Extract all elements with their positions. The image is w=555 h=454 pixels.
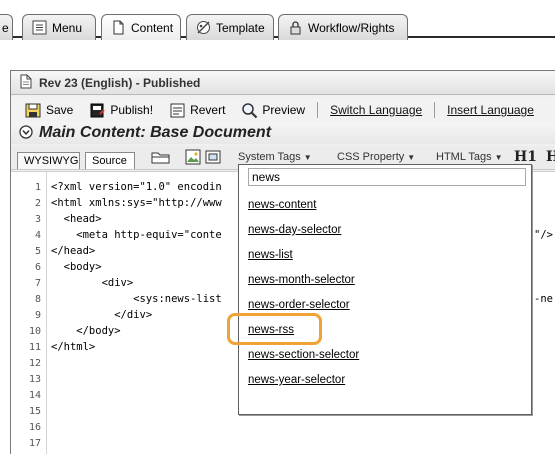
tab-workflow-rights[interactable]: Workflow/Rights bbox=[278, 14, 408, 40]
section-header: Main Content: Base Document bbox=[11, 122, 555, 144]
magnifier-icon bbox=[241, 102, 258, 119]
save-button[interactable]: Save bbox=[11, 99, 81, 121]
code-line-overflow: -ne bbox=[534, 293, 553, 305]
code-line: <?xml version="1.0" encodin bbox=[51, 181, 222, 193]
line-number: 1 bbox=[34, 182, 41, 193]
revision-document-icon bbox=[19, 74, 33, 92]
switch-language-link[interactable]: Switch Language bbox=[322, 103, 430, 117]
line-number-gutter: 1 2 3 4 5 6 7 8 9 10 11 12 13 14 15 16 1… bbox=[11, 172, 47, 454]
preview-button[interactable]: Preview bbox=[233, 99, 313, 121]
code-line: </html> bbox=[51, 341, 96, 353]
line-number: 12 bbox=[28, 358, 41, 369]
folder-icon[interactable] bbox=[151, 149, 170, 165]
tab-content[interactable]: Content bbox=[101, 14, 181, 40]
system-tags-dropdown[interactable]: System Tags ▼ bbox=[238, 151, 312, 163]
html-tags-label: HTML Tags bbox=[436, 151, 492, 163]
toolbar-divider bbox=[434, 102, 436, 118]
save-icon bbox=[25, 102, 42, 119]
template-icon bbox=[196, 20, 211, 35]
tag-option[interactable]: news-section-selector bbox=[248, 349, 359, 361]
toolbar-divider bbox=[317, 102, 319, 118]
tab-source[interactable]: Source bbox=[85, 152, 135, 169]
line-number: 17 bbox=[28, 438, 41, 449]
tab-partial-label: e bbox=[2, 20, 9, 35]
tab-source-label: Source bbox=[92, 155, 127, 167]
line-number: 5 bbox=[34, 246, 41, 257]
tab-menu-label: Menu bbox=[52, 20, 83, 35]
insert-image-icon[interactable] bbox=[185, 149, 203, 165]
workflow-lock-icon bbox=[288, 20, 303, 35]
tab-workflow-label: Workflow/Rights bbox=[308, 20, 395, 35]
system-tags-popup: news-content news-day-selector news-list… bbox=[238, 164, 532, 415]
insert-media-icon[interactable] bbox=[205, 149, 223, 165]
line-number: 6 bbox=[34, 262, 41, 273]
code-line: <div> bbox=[51, 277, 134, 289]
insert-language-link[interactable]: Insert Language bbox=[439, 103, 542, 117]
preview-label: Preview bbox=[262, 103, 306, 117]
publish-icon bbox=[89, 102, 106, 119]
document-icon bbox=[111, 20, 126, 35]
code-line: </div> bbox=[51, 309, 153, 321]
tag-option[interactable]: news-month-selector bbox=[248, 274, 355, 286]
code-line: <head> bbox=[51, 213, 102, 225]
line-number: 16 bbox=[28, 422, 41, 433]
publish-label: Publish! bbox=[110, 103, 154, 117]
tab-template[interactable]: Template bbox=[186, 14, 274, 40]
tab-wysiwyg-label: WYSIWYG bbox=[24, 155, 79, 167]
line-number: 2 bbox=[34, 198, 41, 209]
css-property-label: CSS Property bbox=[337, 151, 405, 163]
chevron-down-icon: ▼ bbox=[303, 152, 312, 162]
line-number: 8 bbox=[34, 294, 41, 305]
tag-filter-input[interactable] bbox=[248, 168, 526, 186]
code-line: <meta http-equiv="conte bbox=[51, 229, 222, 241]
chevron-down-icon: ▼ bbox=[407, 152, 416, 162]
tag-option[interactable]: news-content bbox=[248, 199, 316, 211]
save-label: Save bbox=[46, 103, 74, 117]
revert-label: Revert bbox=[190, 103, 226, 117]
code-line: <body> bbox=[51, 261, 102, 273]
code-line-overflow: "/> bbox=[534, 229, 553, 241]
css-property-dropdown[interactable]: CSS Property ▼ bbox=[337, 151, 415, 163]
line-number: 4 bbox=[34, 230, 41, 241]
top-tab-strip: e Menu Content Template Workflow/Rights bbox=[0, 0, 555, 58]
html-tags-dropdown[interactable]: HTML Tags ▼ bbox=[436, 151, 503, 163]
tag-option[interactable]: news-order-selector bbox=[248, 299, 350, 311]
system-tags-label: System Tags bbox=[238, 151, 301, 163]
tab-content-label: Content bbox=[131, 20, 174, 35]
tag-option[interactable]: news-list bbox=[248, 249, 293, 261]
line-number: 9 bbox=[34, 310, 41, 321]
line-number: 14 bbox=[28, 390, 41, 401]
revert-button[interactable]: Revert bbox=[161, 99, 233, 121]
code-line: </body> bbox=[51, 325, 121, 337]
highlight-ring bbox=[227, 313, 322, 345]
menu-icon bbox=[32, 20, 47, 35]
code-line: <html xmlns:sys="http://www bbox=[51, 197, 222, 209]
line-number: 7 bbox=[34, 278, 41, 289]
collapse-toggle-icon[interactable] bbox=[19, 124, 33, 142]
document-toolbar: Save Publish! Revert Preview Switch Lang… bbox=[11, 98, 555, 122]
tag-option[interactable]: news-year-selector bbox=[248, 374, 345, 386]
tab-template-label: Template bbox=[216, 20, 265, 35]
tag-option[interactable]: news-day-selector bbox=[248, 224, 341, 236]
line-number: 10 bbox=[28, 326, 41, 337]
publish-button[interactable]: Publish! bbox=[81, 99, 161, 121]
revert-icon bbox=[169, 102, 186, 119]
line-number: 11 bbox=[28, 342, 41, 353]
window-title-bar: Rev 23 (English) - Published bbox=[11, 71, 555, 95]
heading1-button[interactable]: H1 bbox=[514, 149, 537, 165]
line-number: 15 bbox=[28, 406, 41, 417]
tab-menu[interactable]: Menu bbox=[22, 14, 96, 40]
heading2-button[interactable]: H bbox=[546, 149, 555, 165]
chevron-down-icon: ▼ bbox=[494, 152, 503, 162]
code-line: <sys:news-list bbox=[51, 293, 222, 305]
line-number: 13 bbox=[28, 374, 41, 385]
tab-wysiwyg[interactable]: WYSIWYG bbox=[17, 152, 80, 169]
line-number: 3 bbox=[34, 214, 41, 225]
code-line: </head> bbox=[51, 245, 96, 257]
tab-partial[interactable]: e bbox=[0, 14, 13, 40]
window-title: Rev 23 (English) - Published bbox=[39, 75, 201, 90]
section-title: Main Content: Base Document bbox=[39, 124, 272, 141]
